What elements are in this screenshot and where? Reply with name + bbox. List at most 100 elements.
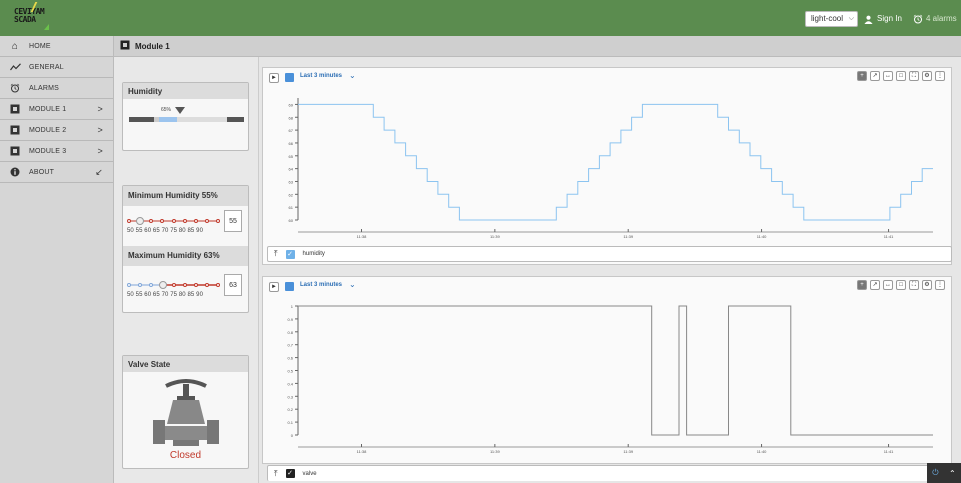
power-icon[interactable]: ⏻ xyxy=(932,468,938,478)
gear-icon[interactable]: ⚙ xyxy=(922,280,932,290)
chevron-right-icon: > xyxy=(97,125,103,135)
y-tick-label: 0.9 xyxy=(287,317,293,322)
pan-icon[interactable]: + xyxy=(857,71,867,81)
y-tick-label: 0.8 xyxy=(287,330,293,335)
x-tick-label: 11:41 xyxy=(884,449,894,454)
min-humidity-input[interactable]: 55 xyxy=(224,210,242,232)
legend-label-valve: valve xyxy=(302,470,317,477)
alarm-clock-icon xyxy=(9,83,21,93)
chevron-down-icon: ⌵ xyxy=(848,15,854,22)
collapse-arrow-icon[interactable]: ↙ xyxy=(95,167,103,178)
crosshair-icon[interactable]: □ xyxy=(896,71,906,81)
sidebar-item-about[interactable]: ABOUT ↙ xyxy=(0,162,113,183)
chevron-down-icon[interactable]: ⌄ xyxy=(349,71,356,80)
zoom-icon[interactable]: ↗ xyxy=(870,280,880,290)
theme-select-value: light-cool xyxy=(811,14,844,23)
min-humidity-slider[interactable]: 50 55 60 65 70 75 80 85 90 55 xyxy=(127,210,244,244)
max-humidity-title: Maximum Humidity 63% xyxy=(123,246,248,266)
y-tick-label: 0.4 xyxy=(287,381,293,386)
humidity-chart[interactable]: 60 61 62 63 64 65 66 67 68 69 11:38 11:39 11:39 11:40… xyxy=(263,88,953,246)
sidebar-item-home[interactable]: ⌂ HOME xyxy=(0,36,113,57)
export-icon[interactable]: ⤒ xyxy=(274,249,278,259)
tag-icon[interactable]: ► xyxy=(269,73,279,83)
x-tick-label: 11:38 xyxy=(357,449,367,454)
x-tick-label: 11:39 xyxy=(623,234,633,239)
y-tick-label: 69 xyxy=(289,102,294,107)
zoom-x-icon[interactable]: ↔ xyxy=(883,280,893,290)
status-corner[interactable]: ⏻ ⌃ xyxy=(927,463,961,483)
module-icon xyxy=(9,125,21,135)
module-icon xyxy=(120,40,130,53)
x-tick-label: 11:39 xyxy=(490,234,500,239)
sidebar-item-module-1[interactable]: MODULE 1 > xyxy=(0,99,113,120)
series-line-humidity xyxy=(298,103,933,221)
valve-chart[interactable]: 0 0.1 0.2 0.3 0.4 0.5 0.6 0.7 0.8 0.9 1 11:38 11:39 1… xyxy=(263,297,953,459)
humidity-chart-panel: ► Last 3 minutes ⌄ + ↗ ↔ □ ⛶ ⚙ ⋮ 60 61 62 6… xyxy=(262,67,952,265)
more-menu-icon[interactable]: ⋮ xyxy=(935,280,945,290)
sidebar-item-label: HOME xyxy=(29,42,51,50)
sidebar-item-label: MODULE 2 xyxy=(29,126,67,134)
sidebar-item-label: MODULE 1 xyxy=(29,105,67,113)
calendar-icon[interactable] xyxy=(285,282,294,291)
theme-select[interactable]: light-cool ⌵ xyxy=(805,11,858,27)
y-tick-label: 0.6 xyxy=(287,356,293,361)
chart-legend: ⤒ ✓ humidity xyxy=(267,246,952,262)
chevron-right-icon: > xyxy=(97,146,103,156)
y-tick-label: 61 xyxy=(289,205,294,210)
module-icon xyxy=(9,146,21,156)
alarms-indicator[interactable]: 4 alarms xyxy=(913,12,957,26)
time-range-selector[interactable]: Last 3 minutes xyxy=(300,73,342,79)
alarms-count: 4 alarms xyxy=(926,14,957,23)
chart-toolbar: ► Last 3 minutes ⌄ + ↗ ↔ □ ⛶ ⚙ ⋮ xyxy=(263,68,951,88)
user-icon xyxy=(864,15,873,24)
sidebar-item-general[interactable]: GENERAL xyxy=(0,57,113,78)
sidebar-item-module-3[interactable]: MODULE 3 > xyxy=(0,141,113,162)
chart-toolbar: ► Last 3 minutes ⌄ + ↗ ↔ □ ⛶ ⚙ ⋮ xyxy=(263,277,951,297)
valve-icon xyxy=(153,379,219,446)
pan-icon[interactable]: + xyxy=(857,280,867,290)
fullscreen-icon[interactable]: ⛶ xyxy=(909,280,919,290)
y-tick-label: 0.7 xyxy=(287,343,293,348)
app-logo[interactable]: CEVIYAM SCADA xyxy=(14,2,49,30)
y-tick-label: 0.3 xyxy=(287,394,293,399)
fullscreen-icon[interactable]: ⛶ xyxy=(909,71,919,81)
time-range-selector[interactable]: Last 3 minutes xyxy=(300,282,342,288)
y-tick-label: 64 xyxy=(289,167,294,172)
sidebar-item-label: GENERAL xyxy=(29,63,64,71)
chevron-up-icon[interactable]: ⌃ xyxy=(949,469,956,478)
y-tick-label: 67 xyxy=(289,128,294,133)
max-humidity-slider[interactable]: 50 55 60 65 70 75 80 85 90 63 xyxy=(127,274,244,308)
chevron-down-icon[interactable]: ⌄ xyxy=(349,280,356,289)
export-icon[interactable]: ⤒ xyxy=(274,469,278,479)
legend-checkbox-valve[interactable]: ✓ xyxy=(285,469,295,478)
x-tick-label: 11:40 xyxy=(757,234,767,239)
sign-in-button[interactable]: Sign In xyxy=(864,12,902,26)
page-header: Module 1 xyxy=(114,36,961,57)
legend-label-humidity: humidity xyxy=(302,251,325,257)
y-tick-label: 0.2 xyxy=(287,407,293,412)
tag-icon[interactable]: ► xyxy=(269,282,279,292)
page-title: Module 1 xyxy=(135,41,170,51)
max-slider-track[interactable] xyxy=(127,280,221,290)
sidebar-item-alarms[interactable]: ALARMS xyxy=(0,78,113,99)
valve-card-title: Valve State xyxy=(123,356,248,372)
min-slider-track[interactable] xyxy=(127,216,221,226)
y-tick-label: 63 xyxy=(289,179,294,184)
x-tick-label: 11:40 xyxy=(757,449,767,454)
x-tick-label: 11:41 xyxy=(884,234,894,239)
max-humidity-input[interactable]: 63 xyxy=(224,274,242,296)
module-icon xyxy=(9,104,21,114)
sidebar: ⌂ HOME GENERAL ALARMS MODULE 1 > MODULE … xyxy=(0,36,114,483)
chart-tools: + ↗ ↔ □ ⛶ ⚙ ⋮ xyxy=(857,280,945,290)
crosshair-icon[interactable]: □ xyxy=(896,280,906,290)
sidebar-item-module-2[interactable]: MODULE 2 > xyxy=(0,120,113,141)
legend-checkbox-humidity[interactable]: ✓ xyxy=(285,249,295,259)
calendar-icon[interactable] xyxy=(285,73,294,82)
y-tick-label: 0.5 xyxy=(287,369,293,374)
chart-legend: ⤒ ✓ valve xyxy=(267,465,952,481)
more-menu-icon[interactable]: ⋮ xyxy=(935,71,945,81)
sidebar-item-label: MODULE 3 xyxy=(29,147,67,155)
zoom-x-icon[interactable]: ↔ xyxy=(883,71,893,81)
gear-icon[interactable]: ⚙ xyxy=(922,71,932,81)
zoom-icon[interactable]: ↗ xyxy=(870,71,880,81)
